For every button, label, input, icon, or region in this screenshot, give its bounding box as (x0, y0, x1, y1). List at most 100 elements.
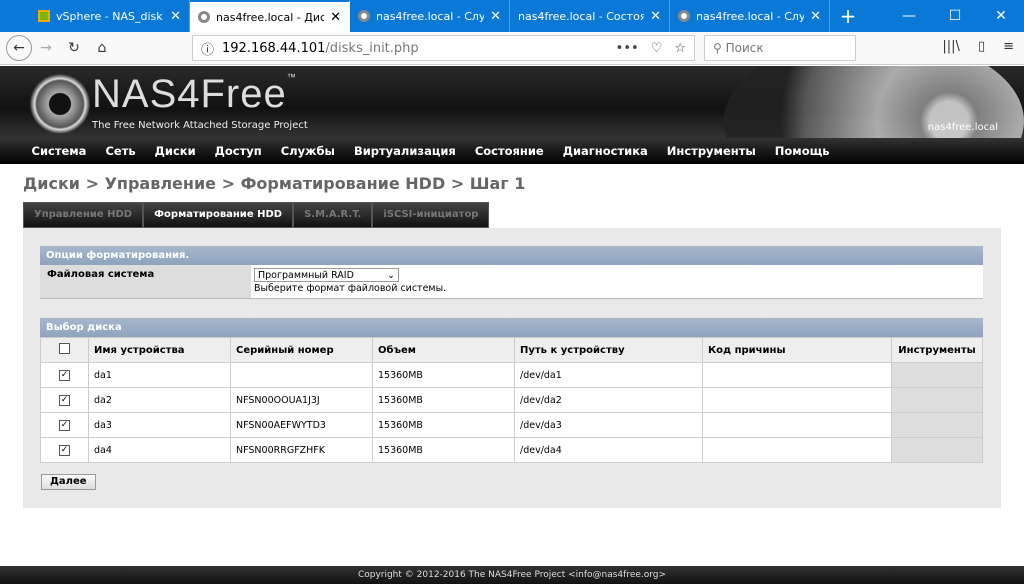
column-header: Объем (372, 337, 515, 363)
menu-item-1[interactable]: Сеть (96, 138, 145, 164)
page-tabs: Управление HDD Форматирование HDD S.M.A.R.… (23, 202, 490, 228)
tools-cell (891, 387, 983, 413)
filesystem-label: Файловая система (40, 265, 251, 298)
main-menu: Система Сеть Диски Доступ Службы Виртуализаци… (0, 138, 1024, 164)
browser-tab[interactable]: vSphere - NAS_disk1 - ✕ (30, 0, 190, 32)
chevron-down-icon: ⌄ (387, 269, 395, 281)
url-host: 192.168.44.101 (222, 40, 326, 56)
table-row: ✓ da2 NFSN00OOUA1J3J 15360MB/dev/da2 (40, 387, 983, 413)
tools-cell (891, 362, 983, 388)
pocket-icon[interactable]: ♡ (651, 41, 663, 56)
bookmark-star-icon[interactable]: ☆ (674, 41, 686, 56)
vsphere-icon (38, 10, 50, 22)
close-tab-icon[interactable]: ✕ (170, 9, 181, 24)
tab-3[interactable]: iSCSI-инициатор (372, 202, 490, 228)
section-header: Выбор диска (40, 318, 983, 337)
cell-path: /dev/da1 (514, 362, 703, 388)
cell-size: 15360MB (372, 387, 515, 413)
filesystem-hint: Выберите формат файловой системы. (254, 283, 447, 294)
info-icon[interactable]: ⓘ (201, 39, 214, 58)
section-header: Опции форматирования. (40, 246, 983, 265)
address-bar[interactable]: ⓘ 192.168.44.101/disks_init.php ••• ♡ ☆ (192, 35, 695, 61)
filesystem-select[interactable]: Программный RAID ⌄ (254, 268, 399, 282)
next-button[interactable]: Далее (41, 474, 96, 490)
format-options-panel: Опции форматирования. Файловая система П… (40, 246, 983, 299)
nas4free-icon (198, 11, 210, 23)
disk-checkbox[interactable]: ✓ (59, 370, 70, 381)
column-header: Имя устройства (88, 337, 231, 363)
cell-name: da2 (88, 387, 231, 413)
menu-item-9[interactable]: Помощь (765, 138, 839, 164)
cell-reason (702, 437, 892, 463)
table-row: ✓ da4 NFSN00RRGFZHFK 15360MB/dev/da4 (40, 437, 983, 463)
cell-serial (230, 362, 373, 388)
browser-tab[interactable]: nas4free.local - Состояни ✕ (510, 0, 670, 32)
tab-2[interactable]: S.M.A.R.T. (293, 202, 373, 228)
checkbox-cell: ✓ (40, 412, 89, 438)
browser-tab[interactable]: nas4free.local - Служб ✕ (350, 0, 510, 32)
cell-reason (702, 412, 892, 438)
disk-table: Имя устройства Серийный номер Объем Путь к … (40, 337, 983, 463)
menu-item-7[interactable]: Диагностика (553, 138, 657, 164)
menu-item-8[interactable]: Инструменты (657, 138, 765, 164)
cell-size: 15360MB (372, 362, 515, 388)
more-icon[interactable]: ••• (616, 41, 639, 56)
minimize-button[interactable]: — (886, 0, 932, 32)
disk-checkbox[interactable]: ✓ (59, 445, 70, 456)
close-tab-icon[interactable]: ✕ (490, 9, 501, 24)
cell-reason (702, 362, 892, 388)
cell-path: /dev/da4 (514, 437, 703, 463)
cell-name: da3 (88, 412, 231, 438)
browser-toolbar: ← → ↻ ⌂ ⓘ 192.168.44.101/disks_init.php … (0, 32, 1024, 65)
tab-1[interactable]: Форматирование HDD (143, 202, 294, 228)
cell-serial: NFSN00AEFWYTD3 (230, 412, 373, 438)
menu-item-0[interactable]: Система (22, 138, 96, 164)
close-tab-icon[interactable]: ✕ (650, 9, 661, 24)
disk-checkbox[interactable]: ✓ (59, 420, 70, 431)
tab-0[interactable]: Управление HDD (23, 202, 144, 228)
close-window-button[interactable]: ✕ (978, 0, 1024, 32)
search-input[interactable]: ⚲ Поиск (704, 35, 856, 61)
column-header: Путь к устройству (514, 337, 703, 363)
brand-name: NAS4Free™ (92, 72, 297, 116)
cell-reason (702, 387, 892, 413)
browser-tab[interactable]: nas4free.local - Диски ✕ (190, 0, 350, 32)
search-placeholder: Поиск (725, 41, 764, 55)
back-button[interactable]: ← (6, 35, 32, 61)
menu-item-6[interactable]: Состояние (465, 138, 553, 164)
nas4free-logo-icon (30, 74, 90, 134)
disk-checkbox[interactable]: ✓ (59, 395, 70, 406)
close-tab-icon[interactable]: ✕ (330, 10, 341, 25)
browser-tab-title: nas4free.local - Служб (376, 9, 485, 23)
browser-tab-title: nas4free.local - Служб (696, 9, 805, 23)
new-tab-button[interactable]: + (830, 0, 866, 32)
menu-icon[interactable]: ≡ (1003, 39, 1014, 54)
menu-item-5[interactable]: Виртуализация (344, 138, 465, 164)
close-tab-icon[interactable]: ✕ (810, 9, 821, 24)
browser-tab-title: vSphere - NAS_disk1 - (56, 9, 165, 23)
reload-button[interactable]: ↻ (60, 40, 88, 56)
home-button[interactable]: ⌂ (88, 40, 116, 56)
page-title: Диски > Управление > Форматирование HDD … (23, 174, 526, 193)
header-banner: NAS4Free™ The Free Network Attached Stor… (0, 66, 1024, 138)
select-all-checkbox[interactable] (59, 343, 70, 354)
column-header: Код причины (702, 337, 892, 363)
menu-item-4[interactable]: Службы (271, 138, 344, 164)
forward-button[interactable]: → (32, 40, 60, 56)
browser-tab-title: nas4free.local - Состояни (518, 9, 645, 23)
browser-tab-bar: vSphere - NAS_disk1 -✕nas4free.local - Д… (0, 0, 1024, 32)
maximize-button[interactable]: ☐ (932, 0, 978, 32)
tagline: The Free Network Attached Storage Projec… (92, 120, 308, 131)
browser-tab[interactable]: nas4free.local - Служб ✕ (670, 0, 830, 32)
sidebar-icon[interactable]: ▯ (978, 39, 985, 54)
hostname: nas4free.local (927, 122, 998, 133)
cell-size: 15360MB (372, 412, 515, 438)
column-header: Инструменты (891, 337, 983, 363)
cell-path: /dev/da3 (514, 412, 703, 438)
nas4free-icon (678, 10, 690, 22)
library-icon[interactable]: |||\ (942, 39, 960, 54)
tools-cell (891, 437, 983, 463)
menu-item-2[interactable]: Диски (145, 138, 205, 164)
menu-item-3[interactable]: Доступ (205, 138, 271, 164)
nas4free-icon (358, 10, 370, 22)
